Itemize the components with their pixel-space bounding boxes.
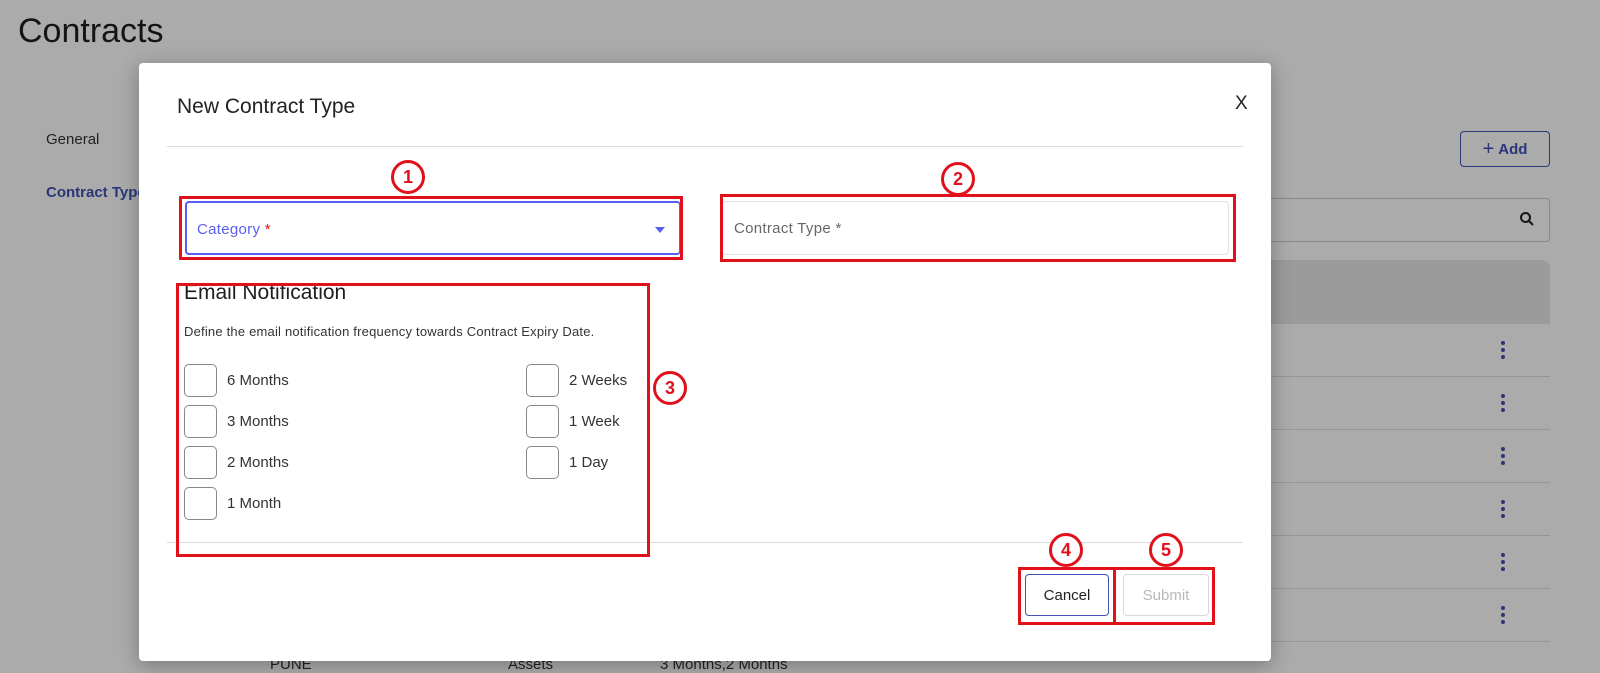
checkbox[interactable]	[526, 404, 559, 438]
email-notification-heading: Email Notification	[184, 281, 347, 304]
annotation-badge-1: 1	[391, 160, 425, 194]
annotation-badge-2: 2	[941, 162, 975, 196]
checkbox-2-months[interactable]: 2 Months	[184, 445, 289, 479]
checkbox-2-weeks[interactable]: 2 Weeks	[526, 363, 627, 397]
checkbox[interactable]	[526, 363, 559, 397]
checkbox-label: 1 Day	[569, 453, 609, 471]
checkbox-label: 2 Weeks	[569, 371, 628, 389]
annotation-badge-5: 5	[1149, 533, 1183, 567]
checkbox[interactable]	[184, 404, 217, 438]
checkbox-1-month[interactable]: 1 Month	[184, 486, 281, 520]
close-icon[interactable]: X	[1235, 93, 1248, 115]
checkbox-label: 1 Week	[569, 412, 620, 430]
checkbox[interactable]	[184, 363, 217, 397]
checkbox[interactable]	[184, 445, 217, 479]
annotation-badge-3: 3	[653, 371, 687, 405]
category-select[interactable]: Category *	[185, 201, 681, 255]
checkbox-label: 2 Months	[227, 453, 289, 471]
checkbox-3-months[interactable]: 3 Months	[184, 404, 289, 438]
checkbox[interactable]	[184, 486, 217, 520]
checkbox-6-months[interactable]: 6 Months	[184, 363, 289, 397]
dialog-title: New Contract Type	[177, 95, 356, 118]
cancel-button[interactable]: Cancel	[1025, 574, 1109, 616]
category-label: Category *	[197, 221, 271, 238]
email-notification-description: Define the email notification frequency …	[184, 324, 595, 339]
checkbox-1-day[interactable]: 1 Day	[526, 445, 608, 479]
submit-button[interactable]: Submit	[1123, 574, 1209, 616]
contract-type-input[interactable]	[721, 201, 1229, 255]
checkbox[interactable]	[526, 445, 559, 479]
new-contract-type-dialog: New Contract Type X Category * Email Not…	[139, 63, 1271, 661]
checkbox-label: 6 Months	[227, 371, 289, 389]
checkbox-label: 1 Month	[227, 494, 282, 512]
checkbox-label: 3 Months	[227, 412, 289, 430]
annotation-badge-4: 4	[1049, 533, 1083, 567]
chevron-down-icon	[655, 227, 665, 233]
header-divider	[167, 146, 1243, 147]
checkbox-1-week[interactable]: 1 Week	[526, 404, 620, 438]
